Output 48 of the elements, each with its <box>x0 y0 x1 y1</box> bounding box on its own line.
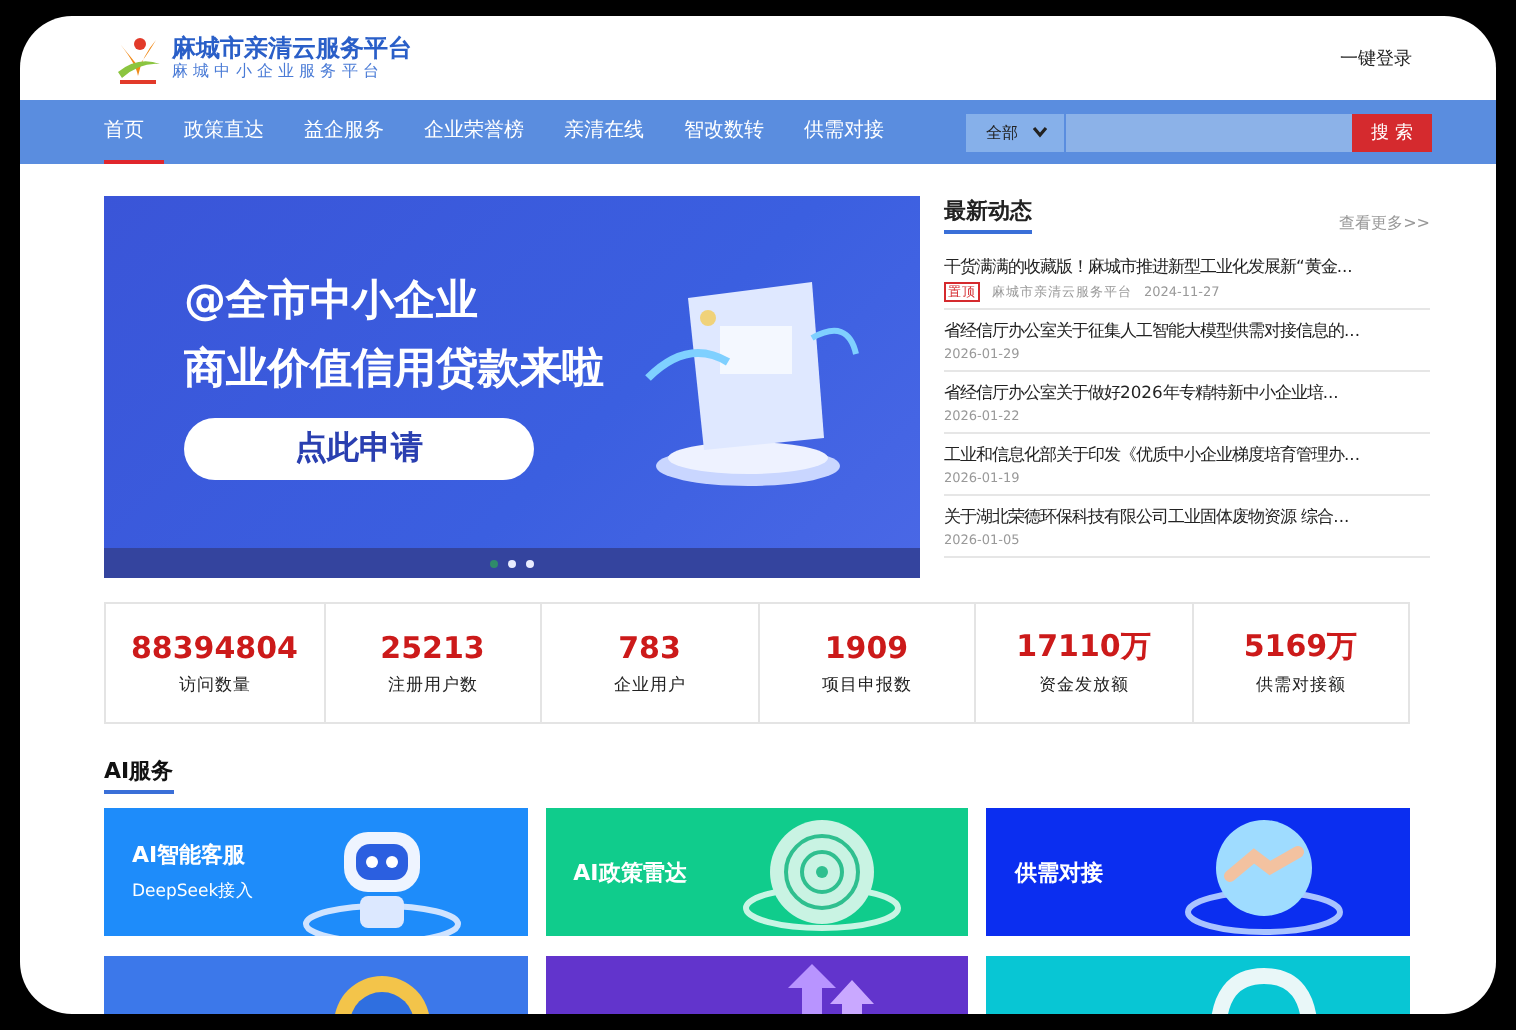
search-button[interactable]: 搜 索 <box>1352 113 1432 151</box>
nav-tab[interactable]: 政策直达 <box>164 100 284 164</box>
nav-tab[interactable]: 供需对接 <box>784 100 904 164</box>
nav-tab[interactable]: 亲清在线 <box>544 100 664 164</box>
carousel-dot[interactable] <box>526 559 534 567</box>
stat-value: 783 <box>618 629 681 665</box>
card-title: AI政策雷达 <box>573 857 687 887</box>
caret-icon <box>1032 126 1048 138</box>
stat-value: 25213 <box>380 629 485 665</box>
banner-card[interactable]: @全市中小企业 商业价值信用贷款来啦 点此申请 <box>104 196 920 578</box>
nav-tab[interactable]: 首页 <box>104 100 164 164</box>
news-title-link[interactable]: 省经信厅办公室关于做好2026年专精特新中小企业培... <box>944 380 1430 404</box>
stat-label: 项目申报数 <box>821 673 912 697</box>
apply-button[interactable]: 点此申请 <box>184 418 534 480</box>
nav-tab[interactable]: 企业荣誉榜 <box>404 100 544 164</box>
stat-value: 1909 <box>824 629 909 665</box>
nav-tab[interactable]: 益企服务 <box>284 100 404 164</box>
stat-value: 88394804 <box>131 629 298 665</box>
stat-label: 注册用户数 <box>387 673 478 697</box>
stat-value: 17110万 <box>1016 628 1151 666</box>
login-link[interactable]: 一键登录 <box>1340 45 1412 71</box>
service-card[interactable]: AI智能客服 DeepSeek接入 <box>104 808 528 936</box>
card-title: 供需对接 <box>1014 857 1103 887</box>
section-title: AI服务 <box>104 756 174 794</box>
nav-tab[interactable]: 智改数转 <box>664 100 784 164</box>
scope-dropdown[interactable]: 全部 <box>966 113 1066 151</box>
news-title-link[interactable]: 工业和信息化部关于印发《优质中小企业梯度培育管理办... <box>944 442 1430 466</box>
section-title: 最新动态 <box>944 196 1032 234</box>
carousel-dot[interactable] <box>508 559 516 567</box>
more-link[interactable]: 查看更多>> <box>1339 212 1430 234</box>
stat-label: 访问数量 <box>178 673 251 697</box>
banner-headline: @全市中小企业 <box>184 274 480 328</box>
service-card[interactable]: 供需对接 <box>986 808 1410 936</box>
stat-label: 资金发放额 <box>1038 674 1129 698</box>
stat-label: 企业用户 <box>613 673 686 697</box>
search-field[interactable] <box>1066 113 1352 151</box>
news-title-link[interactable]: 省经信厅办公室关于征集人工智能大模型供需对接信息的... <box>944 318 1430 342</box>
news-title-link[interactable]: 关于湖北荣德环保科技有限公司工业固体废物资源 综合... <box>944 504 1430 528</box>
stat-label: 供需对接额 <box>1255 674 1346 698</box>
site-subtitle: 麻城中小企业服务平台 <box>172 62 386 82</box>
logo-icon <box>112 32 164 84</box>
site-title: 麻城市亲清云服务平台 <box>172 34 412 62</box>
news-title-link[interactable]: 干货满满的收藏版！麻城市推进新型工业化发展新“黄金... <box>944 254 1430 278</box>
stat-value: 5169万 <box>1243 628 1358 666</box>
carousel-dot[interactable] <box>490 559 498 567</box>
card-title: AI智能客服 <box>132 840 248 870</box>
banner-headline: 商业价值信用贷款来啦 <box>184 342 604 396</box>
card-subtitle: DeepSeek接入 <box>132 880 255 904</box>
